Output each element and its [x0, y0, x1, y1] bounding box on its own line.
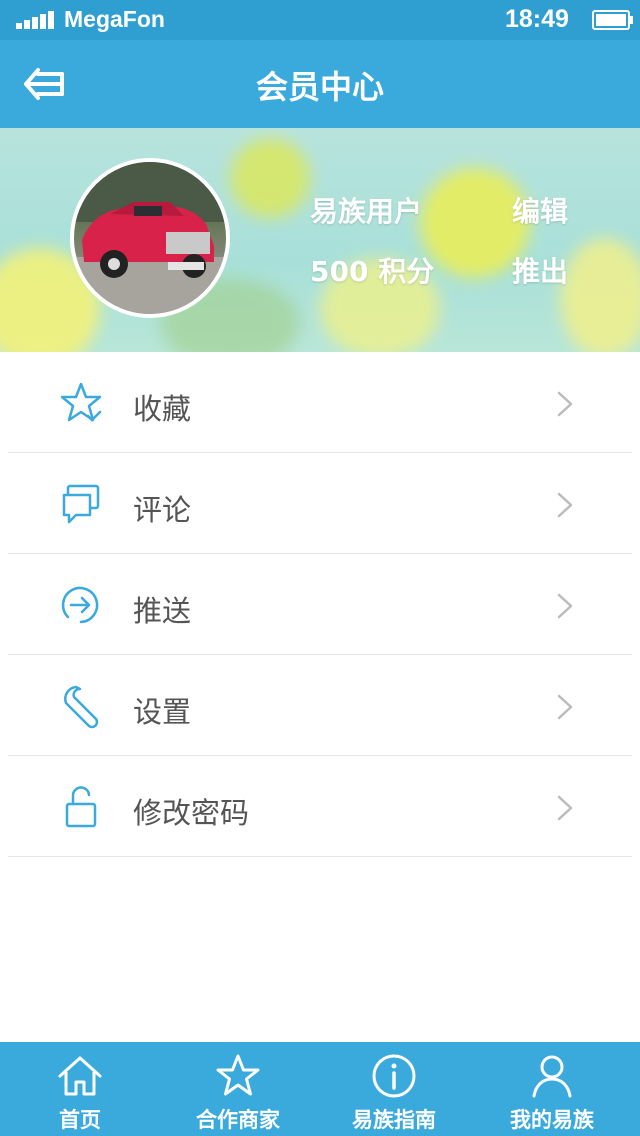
- unlock-icon: [65, 786, 97, 828]
- menu-item-favorites[interactable]: 收藏: [8, 352, 632, 453]
- home-icon: [58, 1056, 102, 1096]
- clock: 18:49: [505, 5, 569, 33]
- menu-list: 收藏 评论 推送 设置 修改密码: [0, 352, 640, 857]
- tab-label: 我的易族: [510, 1108, 594, 1132]
- menu-item-settings[interactable]: 设置: [8, 655, 632, 756]
- info-icon: [372, 1054, 416, 1098]
- menu-label: 评论: [133, 493, 192, 527]
- chevron-right-icon: [557, 593, 573, 619]
- tab-label: 合作商家: [196, 1108, 280, 1132]
- menu-item-push[interactable]: 推送: [8, 554, 632, 655]
- tab-my[interactable]: 我的易族: [472, 1042, 632, 1136]
- tab-partners[interactable]: 合作商家: [158, 1042, 318, 1136]
- car-photo: [74, 162, 226, 314]
- tab-home[interactable]: 首页: [0, 1042, 160, 1136]
- tab-label: 首页: [59, 1108, 101, 1132]
- user-icon: [532, 1055, 572, 1098]
- push-arrow-icon: [61, 586, 99, 624]
- chevron-right-icon: [557, 795, 573, 821]
- status-bar: MegaFon 18:49: [0, 0, 640, 40]
- edit-button[interactable]: 编辑: [512, 190, 568, 230]
- chevron-right-icon: [557, 694, 573, 720]
- chevron-right-icon: [557, 391, 573, 417]
- menu-label: 修改密码: [133, 796, 250, 830]
- nav-bar: 会员中心: [0, 40, 640, 128]
- star-icon: [216, 1054, 260, 1096]
- menu-label: 推送: [133, 594, 192, 628]
- user-name: 易族用户: [310, 195, 423, 228]
- menu-label: 收藏: [133, 392, 192, 426]
- user-points: 500 积分: [310, 255, 435, 288]
- tab-guide[interactable]: 易族指南: [314, 1042, 474, 1136]
- battery-icon: [592, 10, 633, 30]
- star-check-icon: [60, 382, 102, 422]
- menu-item-comments[interactable]: 评论: [8, 453, 632, 554]
- avatar[interactable]: [70, 158, 230, 318]
- carrier-name: MegaFon: [64, 6, 165, 32]
- comment-icon: [62, 484, 100, 524]
- tab-bar: 首页 合作商家 易族指南 我的易族: [0, 1042, 640, 1136]
- signal-icon: [16, 11, 54, 29]
- chevron-right-icon: [557, 492, 573, 518]
- page-title: 会员中心: [255, 68, 384, 106]
- menu-item-change-password[interactable]: 修改密码: [8, 756, 632, 857]
- logout-button[interactable]: 推出: [512, 250, 568, 290]
- tab-label: 易族指南: [352, 1108, 436, 1132]
- menu-label: 设置: [133, 695, 192, 729]
- wrench-icon: [64, 685, 99, 729]
